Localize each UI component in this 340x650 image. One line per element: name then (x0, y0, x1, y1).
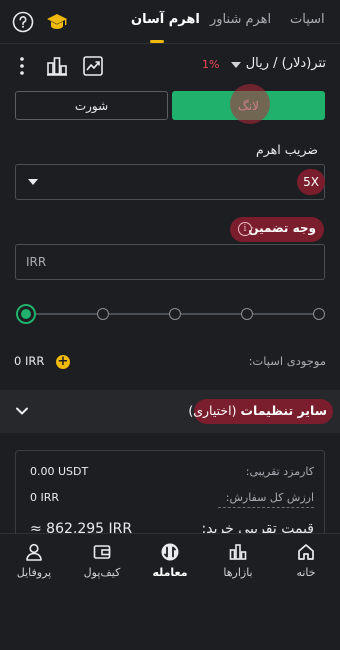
top-navigation: اسپات اهرم شناور اهرم آسان (0, 0, 340, 44)
pair-change: 1% (202, 58, 220, 71)
margin-label: وجه تضمین (248, 221, 316, 235)
profile-icon (26, 543, 42, 561)
slider-stop-100[interactable] (313, 308, 325, 320)
bottom-navigation: خانه بازارها معامله کیف‌پول پروفایل (0, 533, 340, 591)
nav-wallet[interactable]: کیف‌پول (68, 534, 136, 592)
nav-home-label: خانه (296, 566, 316, 579)
tab-margin[interactable]: اهرم شناور (210, 12, 271, 27)
markets-icon (229, 544, 247, 560)
trade-icon (161, 543, 179, 561)
slider-stop-25[interactable] (97, 308, 109, 320)
academy-icon[interactable] (46, 12, 68, 32)
slider-stop-75[interactable] (241, 308, 253, 320)
other-settings-label[interactable]: سایر تنظیمات (اختیاری) (188, 403, 327, 418)
available-balance-value: 0 IRR (14, 354, 45, 368)
nav-home[interactable]: خانه (272, 534, 340, 592)
bottom-safe-area (0, 591, 340, 650)
margin-amount-input[interactable] (15, 244, 325, 280)
trend-chart-icon[interactable] (82, 55, 104, 77)
home-icon (298, 544, 314, 560)
available-balance-label: موجودی اسپات: (248, 354, 326, 368)
nav-profile-label: پروفایل (16, 566, 52, 579)
active-tab-indicator (150, 40, 164, 43)
tab-spot[interactable]: اسپات (290, 12, 325, 27)
nav-markets[interactable]: بازارها (204, 534, 272, 592)
nav-wallet-label: کیف‌پول (83, 566, 121, 579)
pair-selector[interactable]: تتر(دلار) / ریال (246, 56, 326, 71)
pair-dropdown-icon[interactable] (231, 62, 241, 68)
more-options-icon[interactable] (14, 56, 30, 76)
chevron-down-icon[interactable] (28, 179, 38, 185)
nav-markets-label: بازارها (223, 566, 253, 579)
highlight-marker (230, 84, 270, 124)
leverage-value: 5X (297, 169, 325, 195)
nav-profile[interactable]: پروفایل (0, 534, 68, 592)
nav-trade-label: معامله (152, 566, 188, 579)
total-value: 0 IRR (30, 491, 60, 504)
info-icon[interactable]: i (238, 222, 252, 236)
wallet-icon (93, 545, 111, 559)
nav-trade[interactable]: معامله (136, 534, 204, 592)
chevron-down-icon[interactable] (15, 404, 29, 418)
fee-value: 0.00 USDT (30, 465, 89, 478)
margin-label-badge: وجه تضمین i (230, 217, 324, 242)
deposit-plus-icon[interactable]: + (56, 355, 70, 369)
slider-handle[interactable] (16, 304, 36, 324)
total-value-label: ارزش کل سفارش: (225, 491, 314, 504)
slider-stop-50[interactable] (169, 308, 181, 320)
chart-icon[interactable] (46, 55, 68, 77)
tab-easy-leverage[interactable]: اهرم آسان (131, 12, 200, 27)
fee-label: کارمزد تقریبی: (245, 465, 314, 478)
leverage-label: ضریب اهرم (256, 142, 318, 157)
dashed-underline (218, 507, 314, 508)
leverage-select[interactable] (15, 164, 325, 200)
short-button[interactable]: شورت (15, 91, 168, 120)
help-icon[interactable] (12, 11, 34, 33)
